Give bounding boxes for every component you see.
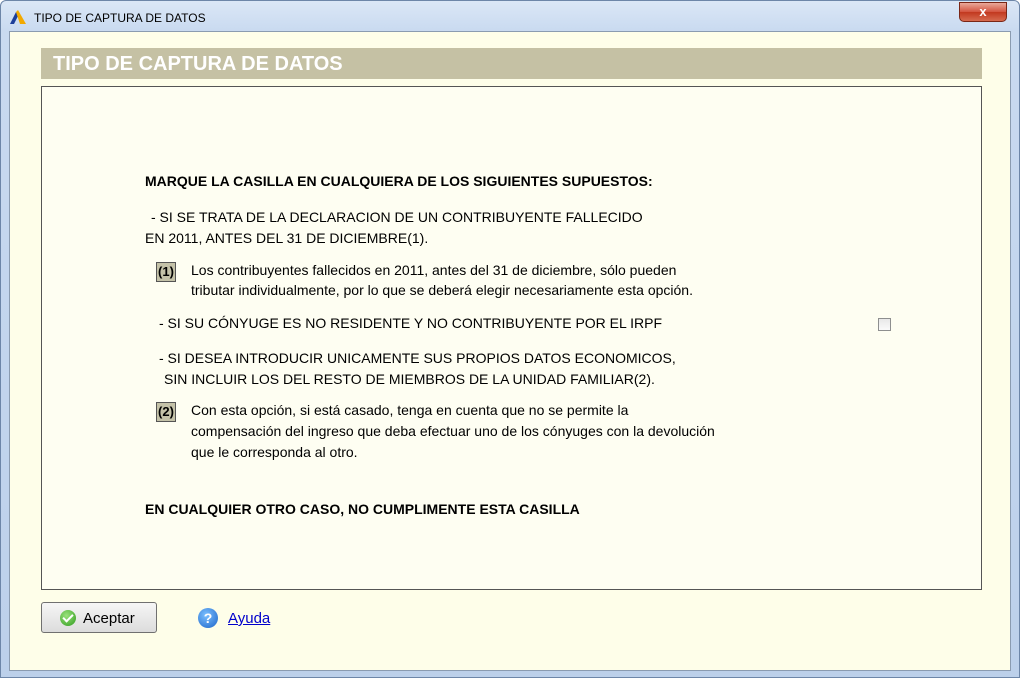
- page-title: TIPO DE CAPTURA DE DATOS: [53, 53, 343, 75]
- accept-button-label: Aceptar: [83, 610, 135, 627]
- note2-text-line3: que le corresponda al otro.: [191, 444, 358, 460]
- case1-text-line2: EN 2011, ANTES DEL 31 DE DICIEMBRE(1).: [145, 230, 429, 246]
- note1-text-line2: tributar individualmente, por lo que se …: [191, 282, 693, 298]
- case3-text-line2: SIN INCLUIR LOS DEL RESTO DE MIEMBROS DE…: [164, 371, 655, 387]
- window-title: TIPO DE CAPTURA DE DATOS: [34, 11, 206, 25]
- case2-text: - SI SU CÓNYUGE ES NO RESIDENTE Y NO CON…: [159, 315, 663, 331]
- footer-note: EN CUALQUIER OTRO CASO, NO CUMPLIMENTE E…: [145, 501, 580, 517]
- dialog-body: TIPO DE CAPTURA DE DATOS MARQUE LA CASIL…: [9, 31, 1011, 671]
- header-bar: TIPO DE CAPTURA DE DATOS: [41, 48, 982, 79]
- capture-type-checkbox[interactable]: [878, 318, 891, 331]
- instruction-heading: MARQUE LA CASILLA EN CUALQUIERA DE LOS S…: [145, 173, 653, 189]
- dialog-window: TIPO DE CAPTURA DE DATOS x TIPO DE CAPTU…: [0, 0, 1020, 678]
- accept-button[interactable]: Aceptar: [41, 602, 157, 633]
- note2-text-line1: Con esta opción, si está casado, tenga e…: [191, 402, 629, 418]
- case3-text-line1: - SI DESEA INTRODUCIR UNICAMENTE SUS PRO…: [159, 350, 676, 366]
- note2-text-line2: compensación del ingreso que deba efectu…: [191, 423, 715, 439]
- app-logo-icon: [10, 10, 26, 24]
- checkmark-icon: [60, 610, 76, 626]
- note1-text-line1: Los contribuyentes fallecidos en 2011, a…: [191, 262, 677, 278]
- note1-badge: (1): [156, 262, 176, 282]
- close-button[interactable]: x: [959, 2, 1007, 22]
- note2-badge: (2): [156, 402, 176, 422]
- help-link[interactable]: Ayuda: [228, 610, 270, 627]
- help-icon[interactable]: ?: [198, 608, 218, 628]
- content-panel: MARQUE LA CASILLA EN CUALQUIERA DE LOS S…: [41, 86, 982, 590]
- title-bar[interactable]: TIPO DE CAPTURA DE DATOS x: [1, 1, 1019, 31]
- case1-text-line1: - SI SE TRATA DE LA DECLARACION DE UN CO…: [151, 209, 643, 225]
